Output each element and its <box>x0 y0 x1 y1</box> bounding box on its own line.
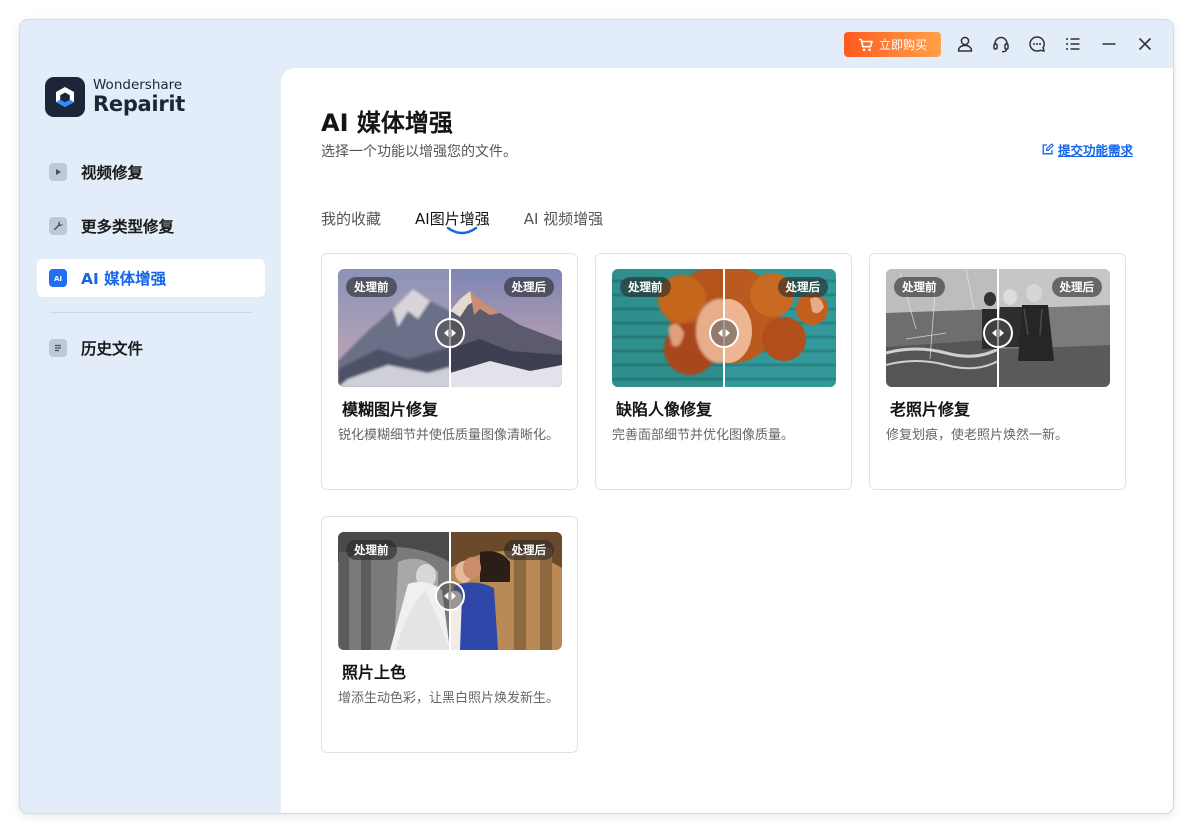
card-thumbnail: 处理前 处理后 <box>886 269 1110 387</box>
sidebar-item-label: 更多类型修复 <box>81 218 175 236</box>
wrench-icon <box>49 217 67 235</box>
sidebar-item-label: 历史文件 <box>81 340 144 358</box>
card-description: 修复划痕，使老照片焕然一新。 <box>886 428 1069 443</box>
ai-icon: AI <box>49 269 67 287</box>
cart-icon <box>858 38 873 51</box>
card-thumbnail: 处理前 处理后 <box>338 532 562 650</box>
after-badge: 处理后 <box>503 277 554 297</box>
sidebar-item-video-repair[interactable]: 视频修复 <box>37 153 265 191</box>
page-subtitle: 选择一个功能以增强您的文件。 <box>321 144 517 160</box>
minimize-icon[interactable] <box>1099 34 1119 54</box>
account-icon[interactable] <box>955 34 975 54</box>
before-badge: 处理前 <box>894 277 945 297</box>
compare-slider-handle <box>435 581 465 611</box>
card-title: 老照片修复 <box>890 400 971 419</box>
edit-icon <box>1042 143 1054 155</box>
main-content: AI 媒体增强 选择一个功能以增强您的文件。 提交功能需求 我的收藏 AI图片增… <box>281 68 1173 813</box>
brand-line-1: Wondershare <box>93 76 183 93</box>
card-description: 增添生动色彩，让黑白照片焕发新生。 <box>338 691 560 706</box>
submit-feature-request-label: 提交功能需求 <box>1057 143 1133 158</box>
active-tab-indicator <box>446 226 478 235</box>
feature-card-colorize[interactable]: 处理前 处理后 照片上色 增添生动色彩，让黑白照片焕发新生。 <box>321 516 578 753</box>
buy-now-button[interactable]: 立即购买 <box>844 32 941 57</box>
headset-icon[interactable] <box>991 34 1011 54</box>
tab-label: AI 视频增强 <box>523 210 604 228</box>
after-badge: 处理后 <box>1051 277 1102 297</box>
compare-slider-handle <box>709 318 739 348</box>
card-title: 模糊图片修复 <box>342 400 439 419</box>
brand-line-2: Repairit <box>93 92 186 117</box>
sidebar-item-ai-enhance[interactable]: AI AI 媒体增强 <box>37 259 265 297</box>
brand-logo: Wondershare Repairit <box>45 77 185 117</box>
card-title: 缺陷人像修复 <box>616 400 713 419</box>
sidebar-item-label: AI 媒体增强 <box>81 270 167 288</box>
compare-slider-handle <box>983 318 1013 348</box>
svg-text:AI: AI <box>54 275 62 283</box>
card-description: 完善面部细节并优化图像质量。 <box>612 428 795 443</box>
compare-slider-handle <box>435 318 465 348</box>
card-title: 照片上色 <box>342 663 407 682</box>
card-thumbnail: 处理前 处理后 <box>612 269 836 387</box>
after-badge: 处理后 <box>503 540 554 560</box>
video-icon <box>49 163 67 181</box>
title-bar: 立即购买 <box>20 20 1173 68</box>
page-title: AI 媒体增强 <box>321 109 453 137</box>
card-thumbnail: 处理前 处理后 <box>338 269 562 387</box>
sidebar-item-more-repair[interactable]: 更多类型修复 <box>37 207 265 245</box>
menu-icon[interactable] <box>1063 34 1083 54</box>
before-badge: 处理前 <box>346 277 397 297</box>
feature-card-blur-repair[interactable]: 处理前 处理后 模糊图片修复 锐化模糊细节并使低质量图像清晰化。 <box>321 253 578 490</box>
buy-now-label: 立即购买 <box>878 38 927 52</box>
tab-ai-video[interactable]: AI 视频增强 <box>524 208 603 229</box>
app-window: 立即购买 Wondershare Repairit 视频修复 更多类型修复 AI… <box>20 20 1173 813</box>
tab-bar: 我的收藏 AI图片增强 AI 视频增强 <box>321 208 637 235</box>
sidebar-divider <box>50 312 252 313</box>
feature-card-portrait-repair[interactable]: 处理前 处理后 缺陷人像修复 完善面部细节并优化图像质量。 <box>595 253 852 490</box>
sidebar-item-history[interactable]: 历史文件 <box>37 329 265 367</box>
submit-feature-request-link[interactable]: 提交功能需求 <box>1041 140 1133 159</box>
document-icon <box>49 339 67 357</box>
close-icon[interactable] <box>1135 34 1155 54</box>
sidebar-item-label: 视频修复 <box>81 164 144 182</box>
before-badge: 处理前 <box>620 277 671 297</box>
before-badge: 处理前 <box>346 540 397 560</box>
tab-ai-image[interactable]: AI图片增强 <box>415 208 490 235</box>
repairit-logo-icon <box>45 77 85 117</box>
tab-label: 我的收藏 <box>321 210 382 228</box>
feature-card-old-photo-repair[interactable]: 处理前 处理后 老照片修复 修复划痕，使老照片焕然一新。 <box>869 253 1126 490</box>
after-badge: 处理后 <box>777 277 828 297</box>
chat-icon[interactable] <box>1027 34 1047 54</box>
sidebar: Wondershare Repairit 视频修复 更多类型修复 AI AI 媒… <box>20 68 281 813</box>
tab-favorites[interactable]: 我的收藏 <box>321 208 381 229</box>
card-description: 锐化模糊细节并使低质量图像清晰化。 <box>338 428 560 443</box>
